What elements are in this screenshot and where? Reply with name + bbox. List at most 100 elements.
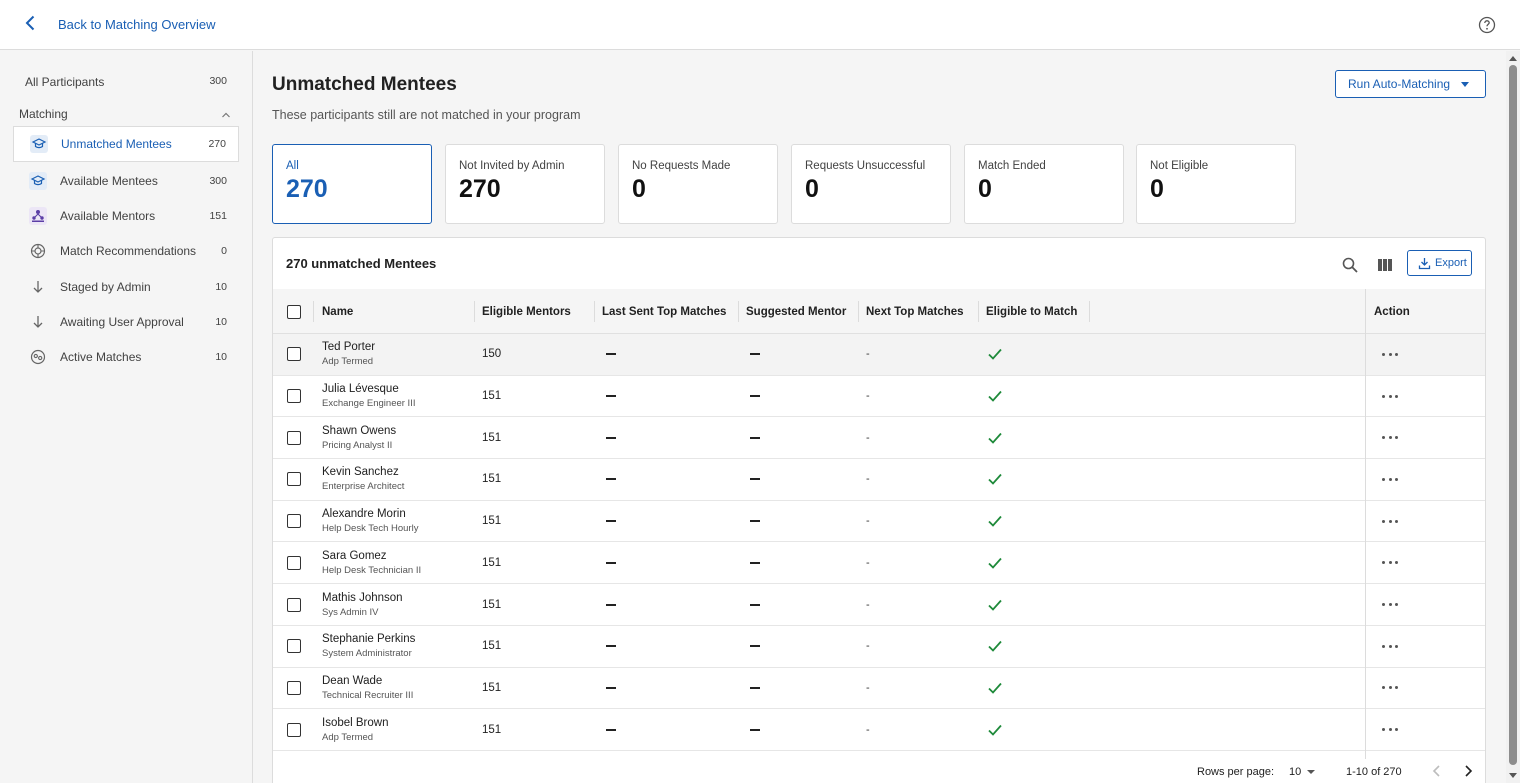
mentee-name[interactable]: Dean Wade — [322, 675, 382, 687]
more-options-icon[interactable] — [1382, 471, 1398, 487]
table-row[interactable]: Julia Lévesque Exchange Engineer III 151 - — [273, 375, 1485, 418]
export-button[interactable]: Export — [1407, 250, 1472, 276]
table-row[interactable]: Dean Wade Technical Recruiter III 151 - — [273, 667, 1485, 710]
empty-dash-icon — [606, 353, 616, 356]
mentee-name[interactable]: Shawn Owens — [322, 425, 396, 437]
scrollbar[interactable] — [1506, 51, 1520, 783]
sidebar-item-available-mentees[interactable]: Available Mentees 300 — [13, 163, 239, 199]
sidebar-item-available-mentors[interactable]: Available Mentors 151 — [13, 198, 239, 234]
card-value: 270 — [286, 175, 328, 203]
chevron-right-icon[interactable] — [1461, 764, 1475, 778]
row-checkbox[interactable] — [287, 722, 301, 737]
row-checkbox[interactable] — [287, 597, 301, 612]
more-options-icon[interactable] — [1382, 346, 1398, 362]
table-row[interactable]: Shawn Owens Pricing Analyst II 151 - — [273, 417, 1485, 460]
more-options-icon[interactable] — [1382, 388, 1398, 404]
caret-down-icon[interactable] — [1461, 82, 1469, 87]
run-auto-matching-button[interactable]: Run Auto-Matching — [1335, 70, 1486, 98]
sidebar-item-awaiting-user-approval[interactable]: Awaiting User Approval 10 — [13, 304, 239, 340]
mentee-job-title: Enterprise Architect — [322, 481, 405, 493]
sidebar-item-label: Unmatched Mentees — [61, 137, 172, 151]
row-checkbox[interactable] — [287, 514, 301, 529]
chevron-left-icon[interactable] — [1430, 764, 1444, 778]
empty-dash-icon — [750, 436, 760, 439]
row-checkbox[interactable] — [287, 347, 301, 362]
more-options-icon[interactable] — [1382, 430, 1398, 446]
more-options-icon[interactable] — [1382, 638, 1398, 654]
mentee-name[interactable]: Kevin Sanchez — [322, 466, 399, 478]
sidebar-item-count: 270 — [208, 138, 226, 150]
more-options-icon[interactable] — [1382, 722, 1398, 738]
row-checkbox[interactable] — [287, 639, 301, 654]
more-options-icon[interactable] — [1382, 555, 1398, 571]
sidebar-item-active-matches[interactable]: Active Matches 10 — [13, 339, 239, 375]
row-checkbox[interactable] — [287, 389, 301, 404]
table-row[interactable]: Ted Porter Adp Termed 150 - — [273, 334, 1485, 376]
sidebar-item-match-recommendations[interactable]: Match Recommendations 0 — [13, 233, 239, 269]
select-all-checkbox[interactable] — [287, 304, 301, 319]
sidebar-section-matching[interactable]: Matching — [19, 107, 231, 121]
column-header-name[interactable]: Name — [314, 289, 353, 334]
mentee-name[interactable]: Sara Gomez — [322, 550, 387, 562]
rows-per-page-label: Rows per page: — [1197, 766, 1275, 778]
mentee-name[interactable]: Ted Porter — [322, 341, 375, 353]
column-header-last-sent[interactable]: Last Sent Top Matches — [594, 289, 726, 334]
eligible-mentors-count: 151 — [482, 556, 502, 569]
scroll-thumb[interactable] — [1509, 65, 1517, 765]
mentee-name[interactable]: Mathis Johnson — [322, 592, 403, 604]
eligible-cell — [987, 417, 1003, 458]
scroll-down-arrow-icon[interactable] — [1509, 773, 1517, 778]
more-options-icon[interactable] — [1382, 597, 1398, 613]
scroll-up-arrow-icon[interactable] — [1509, 56, 1517, 61]
row-checkbox-cell — [287, 543, 301, 584]
table-row[interactable]: Alexandre Morin Help Desk Tech Hourly 151 - — [273, 500, 1485, 543]
sidebar-item-label: Available Mentees — [60, 174, 158, 188]
mentee-name[interactable]: Stephanie Perkins — [322, 633, 415, 645]
row-checkbox[interactable] — [287, 472, 301, 487]
empty-dash-icon — [606, 728, 616, 731]
check-icon — [988, 599, 1002, 611]
filter-card-match-ended[interactable]: Match Ended 0 — [964, 144, 1124, 224]
suggested-mentor-cell — [750, 459, 760, 500]
table-row[interactable]: Kevin Sanchez Enterprise Architect 151 - — [273, 459, 1485, 501]
table-row[interactable]: Isobel Brown Adp Termed 151 - — [273, 709, 1485, 751]
table-row[interactable]: Sara Gomez Help Desk Technician II 151 - — [273, 542, 1485, 585]
sidebar-item-all-participants[interactable]: All Participants 300 — [25, 75, 227, 89]
rows-per-page-select[interactable]: 10 — [1289, 766, 1316, 778]
filter-card-requests-unsuccessful[interactable]: Requests Unsuccessful 0 — [791, 144, 951, 224]
column-header-eligible-mentors[interactable]: Eligible Mentors — [474, 289, 571, 334]
columns-icon[interactable] — [1376, 256, 1394, 274]
filter-card-no-requests[interactable]: No Requests Made 0 — [618, 144, 778, 224]
more-options-icon[interactable] — [1382, 680, 1398, 696]
table-row[interactable]: Mathis Johnson Sys Admin IV 151 - — [273, 584, 1485, 626]
mentee-name[interactable]: Isobel Brown — [322, 717, 388, 729]
sidebar-item-label: All Participants — [25, 75, 105, 89]
back-icon[interactable] — [22, 14, 40, 32]
search-icon[interactable] — [1341, 256, 1359, 274]
row-checkbox[interactable] — [287, 430, 301, 445]
empty-dash-icon — [750, 353, 760, 356]
target-icon — [28, 241, 48, 261]
pagination-range: 1-10 of 270 — [1346, 766, 1402, 778]
table-row[interactable]: Stephanie Perkins System Administrator 151… — [273, 625, 1485, 668]
filter-card-not-invited[interactable]: Not Invited by Admin 270 — [445, 144, 605, 224]
action-cell — [1382, 668, 1398, 709]
section-label: Matching — [19, 107, 68, 121]
sidebar-item-unmatched-mentees[interactable]: Unmatched Mentees 270 — [13, 126, 239, 162]
mentee-name[interactable]: Alexandre Morin — [322, 508, 406, 520]
row-checkbox-cell — [287, 584, 301, 625]
eligible-mentors-count: 151 — [482, 640, 502, 653]
mentee-name[interactable]: Julia Lévesque — [322, 383, 399, 395]
column-header-next-top[interactable]: Next Top Matches — [858, 289, 964, 334]
filter-card-all[interactable]: All 270 — [272, 144, 432, 224]
filter-card-not-eligible[interactable]: Not Eligible 0 — [1136, 144, 1296, 224]
sidebar-item-staged-by-admin[interactable]: Staged by Admin 10 — [13, 269, 239, 305]
row-checkbox[interactable] — [287, 555, 301, 570]
help-icon[interactable] — [1478, 16, 1496, 34]
back-link[interactable]: Back to Matching Overview — [58, 17, 216, 32]
row-checkbox[interactable] — [287, 680, 301, 695]
column-header-eligible-to-match[interactable]: Eligible to Match — [978, 289, 1077, 334]
column-header-suggested-mentor[interactable]: Suggested Mentor — [738, 289, 846, 334]
empty-dash-icon — [606, 686, 616, 689]
more-options-icon[interactable] — [1382, 513, 1398, 529]
